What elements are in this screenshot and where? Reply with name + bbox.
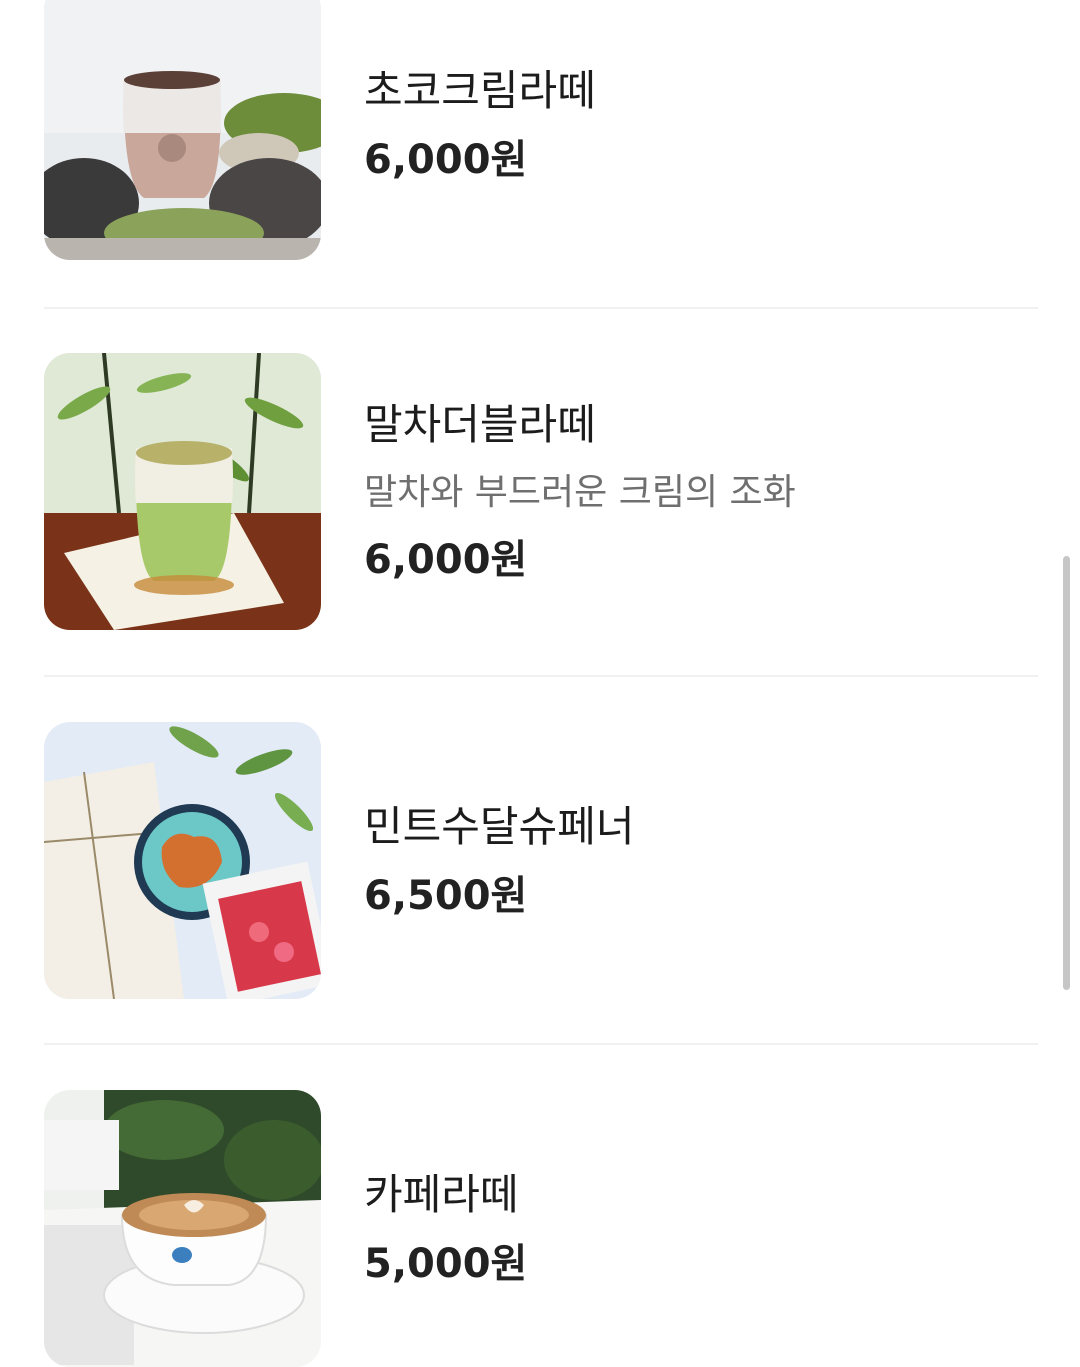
menu-item-photo [44,0,321,260]
menu-item-price: 6,000원 [364,137,528,183]
menu-item-mint-sudal-einspanner[interactable]: 민트수달슈페너 6,500원 [44,722,1038,1002]
menu-item-name: 카페라떼 [364,1170,519,1219]
divider [44,307,1038,309]
menu-item-photo [44,353,321,630]
menu-item-photo [44,722,321,999]
menu-item-description: 말차와 부드러운 크림의 조화 [364,472,796,513]
menu-item-price: 5,000원 [364,1241,528,1287]
menu-item-matcha-double-latte[interactable]: 말차더블라떼 말차와 부드러운 크림의 조화 6,000원 [44,353,1038,633]
divider [44,675,1038,677]
scrollbar[interactable] [1063,556,1070,990]
menu-item-choco-cream-latte[interactable]: 초코크림라떼 6,000원 [44,0,1038,263]
menu-item-cafe-latte[interactable]: 카페라떼 5,000원 [44,1090,1038,1367]
menu-item-name: 말차더블라떼 [364,400,596,449]
divider [44,1043,1038,1045]
menu-item-price: 6,500원 [364,873,528,919]
menu-item-name: 민트수달슈페너 [364,802,635,851]
menu-item-name: 초코크림라떼 [364,66,596,115]
menu-list: 초코크림라떼 6,000원 말차더블라떼 말차와 부드러운 크림의 조화 6,0… [0,0,1080,1367]
menu-item-photo [44,1090,321,1367]
menu-item-price: 6,000원 [364,537,528,583]
